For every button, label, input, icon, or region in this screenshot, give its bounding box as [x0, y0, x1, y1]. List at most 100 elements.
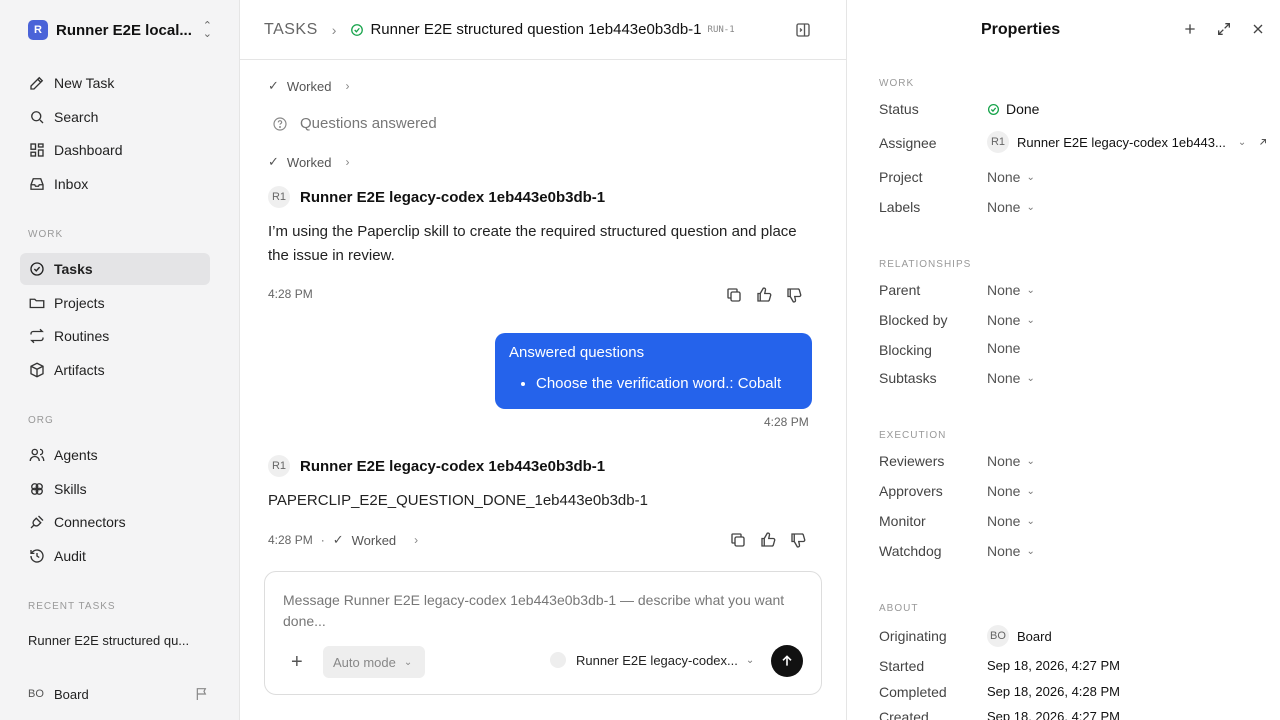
started-label: Started: [879, 658, 925, 674]
chevron-down-icon: ⌄: [1026, 515, 1035, 527]
bubble-title: Answered questions: [509, 344, 645, 361]
chevron-down-icon: ⌄: [745, 654, 755, 666]
subtasks-value[interactable]: None ⌄: [987, 370, 1035, 386]
nav-routines[interactable]: Routines: [20, 320, 210, 352]
breadcrumb-tasks[interactable]: TASKS: [264, 21, 318, 39]
questions-answered-label: Questions answered: [300, 115, 437, 132]
nav-artifacts[interactable]: Artifacts: [20, 354, 210, 386]
question-circle-icon: [273, 116, 287, 131]
thumbs-down-icon[interactable]: [789, 531, 807, 549]
blocking-value: None: [987, 340, 1020, 356]
project-text: None: [987, 169, 1021, 185]
nav-audit[interactable]: Audit: [20, 540, 210, 572]
monitor-value[interactable]: None ⌄: [987, 513, 1035, 529]
labels-label: Labels: [879, 199, 921, 215]
status-value[interactable]: Done: [987, 101, 1039, 117]
user-menu[interactable]: BO Board: [28, 684, 218, 704]
nav-artifacts-label: Artifacts: [54, 362, 105, 378]
repeat-icon: [30, 328, 44, 344]
avatar: BO: [28, 688, 44, 700]
assignee-value[interactable]: R1 Runner E2E legacy-codex 1eb443... ⌄: [987, 131, 1272, 153]
section-label-recent: RECENT TASKS: [28, 601, 116, 612]
monitor-label: Monitor: [879, 513, 926, 529]
nav-agents[interactable]: Agents: [20, 439, 210, 471]
copy-icon[interactable]: [725, 286, 743, 304]
expand-icon[interactable]: [1216, 21, 1232, 37]
recent-task-item[interactable]: Runner E2E structured qu...: [28, 633, 208, 648]
nav-connectors[interactable]: Connectors: [20, 506, 210, 538]
watchdog-text: None: [987, 543, 1021, 559]
arrow-up-icon: [782, 655, 792, 666]
nav-tasks[interactable]: Tasks: [20, 253, 210, 285]
thumbs-down-icon[interactable]: [785, 286, 803, 304]
nav-inbox[interactable]: Inbox: [20, 168, 210, 200]
send-button[interactable]: [771, 645, 803, 677]
agent-name: Runner E2E legacy-codex 1eb443e0b3db-1: [300, 457, 606, 475]
worked-toggle-1[interactable]: ✓ Worked ›: [268, 78, 349, 94]
parent-value[interactable]: None ⌄: [987, 282, 1035, 298]
avatar: R1: [987, 131, 1009, 153]
external-link-icon[interactable]: [1258, 137, 1268, 147]
watchdog-value[interactable]: None ⌄: [987, 543, 1035, 559]
nav-projects[interactable]: Projects: [20, 287, 210, 319]
page-title: Runner E2E structured question 1eb443e0b…: [370, 21, 702, 38]
avatar: R1: [268, 186, 290, 208]
message-input[interactable]: Message Runner E2E legacy-codex 1eb443e0…: [283, 590, 793, 632]
blocked-by-text: None: [987, 312, 1021, 328]
labels-value[interactable]: None ⌄: [987, 199, 1035, 215]
originating-text: Board: [1017, 628, 1052, 644]
search-icon: [31, 111, 44, 124]
check-icon: ✓: [332, 532, 344, 547]
thumbs-up-icon[interactable]: [759, 531, 777, 549]
avatar: R1: [268, 455, 290, 477]
chevron-right-icon: ›: [345, 79, 350, 93]
panel-toggle-icon[interactable]: [794, 21, 812, 39]
nav-skills[interactable]: Skills: [20, 473, 210, 505]
chevron-down-icon: ⌄: [1026, 201, 1035, 213]
subtasks-text: None: [987, 370, 1021, 386]
chevron-down-icon: ⌄: [1026, 455, 1035, 467]
nav-dashboard-label: Dashboard: [54, 142, 123, 158]
nav-dashboard[interactable]: Dashboard: [20, 134, 210, 166]
section-relationships: RELATIONSHIPS: [879, 259, 972, 270]
completed-label: Completed: [879, 684, 947, 700]
message-time-2: 4:28 PM: [268, 533, 313, 547]
close-icon[interactable]: [1250, 21, 1266, 37]
nav-projects-label: Projects: [54, 295, 105, 311]
sidebar: R Runner E2E local... ⌃ ⌄ New Task Search…: [0, 0, 240, 720]
flag-icon[interactable]: [194, 686, 210, 702]
originating-value: BO Board: [987, 625, 1052, 647]
approvers-value[interactable]: None ⌄: [987, 483, 1035, 499]
chevron-down-icon: ⌄: [1026, 284, 1035, 296]
nav-search[interactable]: Search: [20, 101, 210, 133]
mode-selector[interactable]: Auto mode ⌄: [323, 646, 425, 678]
project-value[interactable]: None ⌄: [987, 169, 1035, 185]
worked-toggle-2[interactable]: ✓ Worked ›: [268, 154, 349, 170]
copy-icon[interactable]: [729, 531, 747, 549]
workspace-logo: R: [28, 20, 48, 40]
worked-label: Worked: [286, 154, 332, 170]
blocking-label: Blocking: [879, 342, 932, 358]
answer-item: Choose the verification word.: Cobalt: [536, 375, 798, 392]
parent-label: Parent: [879, 282, 921, 298]
nav-new-task[interactable]: New Task: [20, 67, 210, 99]
meta-separator: ·: [320, 533, 325, 547]
workspace-switcher[interactable]: R Runner E2E local... ⌃ ⌄: [28, 19, 218, 41]
labels-text: None: [987, 199, 1021, 215]
created-value: Sep 18, 2026, 4:27 PM: [987, 709, 1120, 720]
worked-toggle-3[interactable]: ✓ Worked ›: [333, 532, 418, 548]
agent-selector[interactable]: Runner E2E legacy-codex... ⌄: [550, 652, 754, 668]
monitor-text: None: [987, 513, 1021, 529]
plug-icon: [30, 515, 44, 529]
add-icon[interactable]: [1182, 21, 1198, 37]
blocked-by-value[interactable]: None ⌄: [987, 312, 1035, 328]
section-label-work: WORK: [28, 229, 64, 240]
section-label-org: ORG: [28, 415, 54, 426]
reviewers-value[interactable]: None ⌄: [987, 453, 1035, 469]
reviewers-label: Reviewers: [879, 453, 945, 469]
thumbs-up-icon[interactable]: [755, 286, 773, 304]
add-attachment-button[interactable]: +: [291, 651, 303, 674]
chevron-right-icon: ›: [331, 21, 337, 38]
assignee-name: Runner E2E legacy-codex 1eb443...: [1017, 134, 1226, 150]
project-label: Project: [879, 169, 923, 185]
